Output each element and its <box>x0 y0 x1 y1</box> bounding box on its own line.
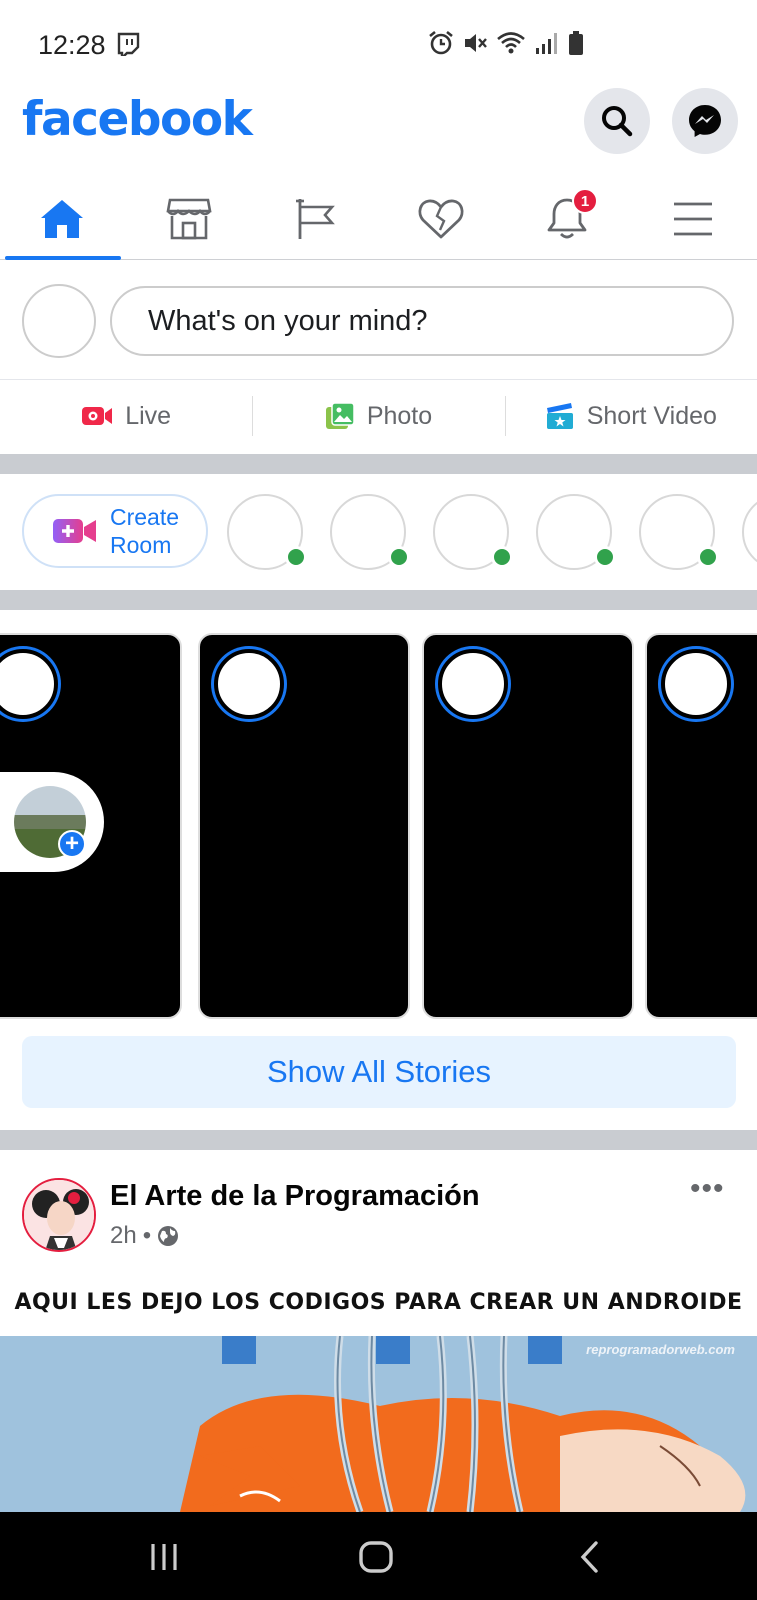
back-icon <box>580 1541 598 1573</box>
anime-android-illustration <box>0 1336 757 1512</box>
online-dot <box>594 546 616 568</box>
room-friend-avatar[interactable] <box>433 494 513 570</box>
video-plus-icon <box>53 519 96 543</box>
online-dot <box>285 546 307 568</box>
tab-marketplace[interactable] <box>129 178 249 260</box>
main-tabs <box>0 178 757 260</box>
page-avatar-illustration <box>24 1180 94 1250</box>
post-header: El Arte de la Programación 2h • ••• <box>0 1150 757 1260</box>
show-all-stories-button[interactable]: Show All Stories <box>22 1036 736 1108</box>
messenger-icon <box>689 105 721 137</box>
room-friend-avatar[interactable] <box>330 494 410 570</box>
photo-icon <box>325 402 355 429</box>
rooms-row: Create Room <box>0 472 757 590</box>
photo-label: Photo <box>366 401 433 430</box>
search-icon <box>602 106 633 137</box>
tab-dating[interactable] <box>381 178 501 260</box>
notification-badge: 1 <box>572 188 598 214</box>
story-card[interactable] <box>198 633 410 1019</box>
stories-carousel: + <box>0 612 757 1024</box>
tab-home[interactable] <box>2 178 122 260</box>
home-circle-icon <box>359 1541 393 1573</box>
search-button[interactable] <box>584 88 650 154</box>
create-room-label: Create Room <box>110 504 180 558</box>
post-more-options-button[interactable]: ••• <box>690 1172 725 1206</box>
story-avatar <box>0 649 58 719</box>
room-friend-avatar[interactable] <box>639 494 719 570</box>
status-input[interactable]: What's on your mind? <box>110 286 734 356</box>
add-icon: + <box>58 830 86 858</box>
online-dot <box>491 546 513 568</box>
system-navigation-bar <box>0 1512 757 1600</box>
post-meta: 2h • <box>110 1222 179 1250</box>
status-time: 12:28 <box>38 30 106 60</box>
short-video-icon <box>546 403 573 429</box>
composer: What's on your mind? <box>0 260 757 380</box>
live-label: Live <box>125 401 172 430</box>
tab-menu[interactable] <box>633 178 753 260</box>
marketplace-icon <box>166 198 212 240</box>
room-friend-avatar[interactable] <box>536 494 616 570</box>
facebook-logo[interactable]: facebook <box>22 92 253 147</box>
section-divider <box>0 1130 757 1150</box>
alarm-icon <box>429 30 453 55</box>
globe-icon <box>158 1226 179 1246</box>
live-button[interactable]: Live <box>0 380 252 452</box>
tab-pages[interactable] <box>255 178 375 260</box>
pages-icon <box>296 199 335 239</box>
create-room-button[interactable]: Create Room <box>22 494 208 568</box>
status-icons <box>428 30 584 56</box>
story-card[interactable] <box>645 633 757 1019</box>
post-image[interactable]: reprogramadorweb.com <box>0 1336 757 1512</box>
messenger-button[interactable] <box>672 88 738 154</box>
post-author[interactable]: El Arte de la Programación <box>110 1180 480 1213</box>
story-avatar <box>438 649 508 719</box>
online-dot <box>388 546 410 568</box>
section-divider <box>0 590 757 610</box>
image-watermark: reprogramadorweb.com <box>586 1342 735 1357</box>
live-video-icon <box>82 407 113 425</box>
composer-actions: Live Photo Short Video <box>0 380 757 452</box>
recents-button[interactable] <box>134 1532 194 1582</box>
room-friend-avatar[interactable] <box>742 494 757 570</box>
post-time[interactable]: 2h <box>110 1222 137 1250</box>
twitch-notification-icon <box>117 32 140 56</box>
dating-icon <box>418 199 464 239</box>
profile-avatar[interactable] <box>22 284 96 358</box>
story-avatar <box>661 649 731 719</box>
back-button[interactable] <box>560 1532 620 1582</box>
wifi-icon <box>497 32 525 54</box>
menu-icon <box>674 202 712 236</box>
recents-icon <box>151 1544 177 1570</box>
page-avatar[interactable] <box>22 1178 96 1252</box>
battery-icon <box>569 31 583 55</box>
meta-separator: • <box>142 1222 152 1249</box>
story-avatar <box>214 649 284 719</box>
section-divider <box>0 454 757 474</box>
signal-icon <box>536 33 557 54</box>
short-video-button[interactable]: Short Video <box>504 380 757 452</box>
story-card[interactable] <box>422 633 634 1019</box>
status-bar: 12:28 <box>0 0 757 88</box>
post-caption: AQUI LES DEJO LOS CODIGOS PARA CREAR UN … <box>14 1290 743 1315</box>
tab-notifications[interactable] <box>507 178 627 260</box>
home-icon <box>41 200 83 238</box>
home-button[interactable] <box>346 1532 406 1582</box>
mute-icon <box>465 34 487 52</box>
photo-button[interactable]: Photo <box>252 380 504 452</box>
add-story-button[interactable]: + <box>0 772 104 872</box>
short-video-label: Short Video <box>586 401 717 430</box>
app-header: facebook <box>0 88 757 166</box>
online-dot <box>697 546 719 568</box>
room-friend-avatar[interactable] <box>227 494 307 570</box>
